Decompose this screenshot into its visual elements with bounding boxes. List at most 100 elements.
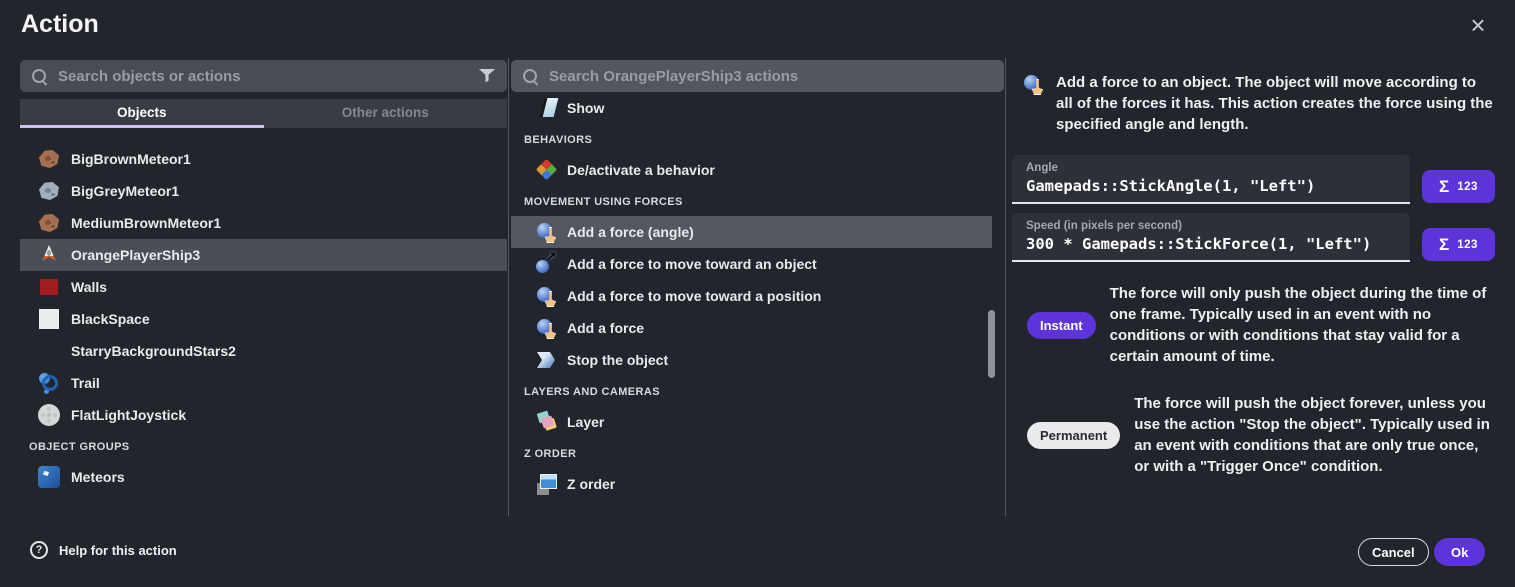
search-icon	[31, 68, 48, 85]
white-square-icon	[37, 307, 61, 331]
object-label: BigBrownMeteor1	[71, 151, 191, 167]
zorder-icon	[535, 472, 559, 496]
section-header: MOVEMENT USING FORCES	[511, 194, 1004, 210]
object-group-list: Meteors	[20, 461, 507, 493]
layer-icon	[535, 410, 559, 434]
trail-icon	[37, 371, 61, 395]
tab-other-actions[interactable]: Other actions	[264, 99, 508, 128]
panel-divider	[1005, 58, 1006, 516]
action-row[interactable]: Stop the object	[511, 344, 992, 376]
parameter-row: Speed (in pixels per second) Σ123	[1012, 213, 1495, 262]
object-label: MediumBrownMeteor1	[71, 215, 221, 231]
object-label: BlackSpace	[71, 311, 150, 327]
action-row[interactable]: Add a force to move toward an object	[511, 248, 992, 280]
expression-field[interactable]: Speed (in pixels per second)	[1012, 213, 1410, 262]
numbers-icon: 123	[1457, 239, 1478, 251]
none-icon	[37, 339, 61, 363]
object-row[interactable]: BigGreyMeteor1	[20, 175, 507, 207]
permanent-button[interactable]: Permanent	[1027, 422, 1120, 449]
expression-editor-button[interactable]: Σ123	[1422, 228, 1495, 261]
action-description: Add a force to an object. The object wil…	[1056, 72, 1495, 135]
action-row[interactable]: Add a force (angle)	[511, 216, 992, 248]
meteor-grey-icon	[37, 179, 61, 203]
field-label: Angle	[1026, 162, 1396, 174]
object-group-label: Meteors	[71, 469, 125, 485]
actions-search	[511, 60, 1004, 92]
red-square-icon	[37, 275, 61, 299]
parameter-row: Angle Σ123	[1012, 155, 1495, 204]
panel-divider	[508, 58, 509, 516]
behavior-icon	[535, 158, 559, 182]
force-mode-description: The force will push the object forever, …	[1134, 393, 1495, 477]
cancel-button[interactable]: Cancel	[1358, 538, 1429, 566]
action-details-panel: Add a force to an object. The object wil…	[1012, 60, 1495, 477]
section-header: BEHAVIORS	[511, 132, 1004, 148]
object-group-row[interactable]: Meteors	[20, 461, 507, 493]
action-description-row: Add a force to an object. The object wil…	[1012, 72, 1495, 135]
meteor-brown-icon	[37, 211, 61, 235]
close-icon: ×	[1470, 10, 1485, 40]
action-label: Add a force to move toward an object	[567, 256, 817, 272]
action-label: Add a force	[567, 320, 644, 336]
object-row[interactable]: MediumBrownMeteor1	[20, 207, 507, 239]
actions-search-input[interactable]	[549, 68, 993, 85]
objects-search-input[interactable]	[58, 68, 468, 85]
expression-editor-button[interactable]: Σ123	[1422, 170, 1495, 203]
force-object-icon	[535, 252, 559, 276]
force-mode-row: Permanent The force will push the object …	[1012, 393, 1495, 477]
objects-search	[20, 60, 507, 92]
action-label: Layer	[567, 414, 604, 430]
group-meteors-icon	[37, 465, 61, 489]
sigma-icon: Σ	[1439, 177, 1449, 197]
action-row[interactable]: De/activate a behavior	[511, 154, 992, 186]
object-groups-header: OBJECT GROUPS	[20, 439, 507, 455]
object-row[interactable]: BlackSpace	[20, 303, 507, 335]
search-icon	[522, 68, 539, 85]
action-label: Add a force to move toward a position	[567, 288, 821, 304]
tab-objects[interactable]: Objects	[20, 99, 264, 128]
object-label: FlatLightJoystick	[71, 407, 186, 423]
action-label: Show	[567, 100, 604, 116]
action-row[interactable]: Layer	[511, 406, 992, 438]
object-row[interactable]: BigBrownMeteor1	[20, 143, 507, 175]
object-label: OrangePlayerShip3	[71, 247, 200, 263]
help-link[interactable]: Help for this action	[30, 541, 177, 559]
action-row[interactable]: Show	[511, 92, 992, 124]
action-list: Show BEHAVIORS De/activate a behavior MOVEM…	[511, 92, 1004, 500]
filter-icon[interactable]	[478, 67, 496, 85]
object-label: Trail	[71, 375, 100, 391]
stop-icon	[535, 348, 559, 372]
add-force-icon	[1022, 72, 1046, 96]
object-row[interactable]: StarryBackgroundStars2	[20, 335, 507, 367]
close-button[interactable]: ×	[1463, 10, 1493, 40]
force-mode-description: The force will only push the object duri…	[1110, 283, 1495, 367]
expression-field[interactable]: Angle	[1012, 155, 1410, 204]
field-label: Speed (in pixels per second)	[1026, 220, 1396, 232]
help-icon	[30, 541, 48, 559]
action-row[interactable]: Add a force	[511, 312, 992, 344]
object-row[interactable]: Walls	[20, 271, 507, 303]
scrollbar-thumb[interactable]	[988, 310, 995, 378]
instant-button[interactable]: Instant	[1027, 312, 1096, 339]
action-row[interactable]: Z order	[511, 468, 992, 500]
force-mode-options: Instant The force will only push the obje…	[1012, 283, 1495, 477]
force-mode-row: Instant The force will only push the obje…	[1012, 283, 1495, 367]
expression-input[interactable]	[1026, 177, 1396, 195]
expression-input[interactable]	[1026, 235, 1396, 253]
dialog-title: Action	[21, 10, 99, 39]
action-label: De/activate a behavior	[567, 162, 715, 178]
action-row[interactable]: Add a force to move toward a position	[511, 280, 992, 312]
object-row[interactable]: Trail	[20, 367, 507, 399]
objects-panel: Objects Other actions BigBrownMeteor1 Big…	[20, 60, 507, 520]
action-label: Stop the object	[567, 352, 668, 368]
section-header: LAYERS AND CAMERAS	[511, 384, 1004, 400]
force-icon	[535, 284, 559, 308]
object-row[interactable]: FlatLightJoystick	[20, 399, 507, 431]
meteor-brown-icon	[37, 147, 61, 171]
help-label: Help for this action	[59, 543, 177, 558]
action-label: Z order	[567, 476, 615, 492]
object-label: Walls	[71, 279, 107, 295]
object-row[interactable]: OrangePlayerShip3	[20, 239, 507, 271]
ok-button[interactable]: Ok	[1434, 538, 1485, 566]
objects-tabs: Objects Other actions	[20, 99, 507, 128]
